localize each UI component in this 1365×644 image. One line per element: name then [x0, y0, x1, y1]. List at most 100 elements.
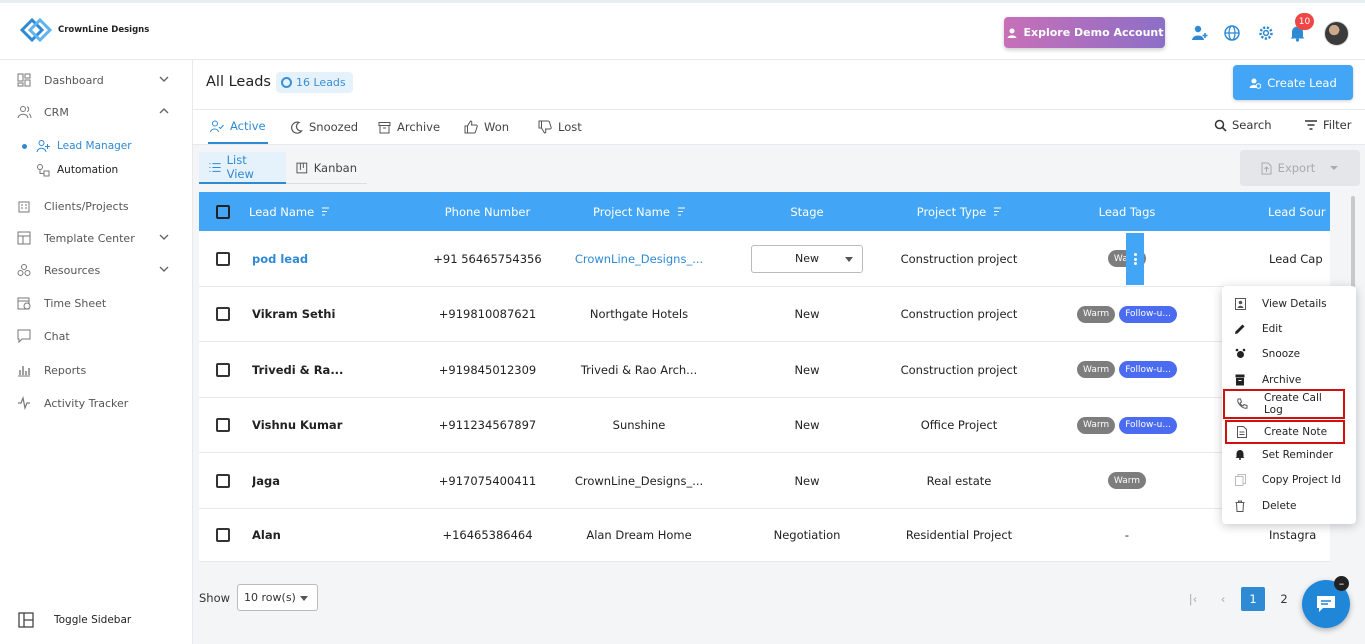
template-icon	[16, 230, 32, 246]
sort-icon	[677, 207, 685, 216]
filter-button[interactable]: Filter	[1304, 118, 1351, 132]
list-icon	[209, 162, 221, 172]
sidebar-item-resources[interactable]: Resources	[16, 260, 176, 280]
view-label: List View	[226, 153, 254, 181]
first-page-button[interactable]: |‹	[1181, 587, 1205, 611]
stage-select[interactable]: New	[751, 244, 863, 273]
globe-icon[interactable]	[1222, 23, 1242, 43]
chat-bubble-icon	[1317, 596, 1335, 612]
status-tabs: Active Snoozed Archive Won Lost Search F…	[193, 110, 1365, 145]
menu-create-note[interactable]: Create Note	[1225, 420, 1345, 444]
toggle-sidebar-button[interactable]: Toggle Sidebar	[18, 612, 131, 628]
lead-name[interactable]: Jaga	[252, 453, 372, 508]
stage-value: New	[795, 252, 819, 265]
tab-won[interactable]: Won	[464, 110, 509, 144]
lead-tag: Follow-u...	[1119, 361, 1177, 378]
select-all-checkbox[interactable]	[215, 192, 231, 231]
col-project-type[interactable]: Project Type	[879, 192, 1039, 231]
lead-name[interactable]: Vishnu Kumar	[252, 398, 372, 452]
sidebar-item-dashboard[interactable]: Dashboard	[16, 70, 176, 90]
table-row[interactable]: Vishnu Kumar +911234567897 Sunshine New Offi…	[199, 398, 1330, 453]
row-checkbox[interactable]	[216, 528, 230, 542]
logo[interactable]: CrownLine Designs	[18, 15, 149, 45]
page-2-button[interactable]: 2	[1272, 587, 1296, 611]
row-checkbox[interactable]	[216, 362, 230, 377]
sidebar-item-chat[interactable]: Chat	[16, 326, 176, 346]
bar-chart-icon	[16, 362, 32, 378]
sidebar-item-crm[interactable]: CRM	[16, 102, 176, 122]
lead-name[interactable]: Alan	[252, 509, 372, 561]
tab-list-view[interactable]: List View	[199, 152, 286, 184]
explore-demo-button[interactable]: Explore Demo Account	[1004, 17, 1165, 48]
menu-copy-project-id[interactable]: Copy Project Id	[1222, 467, 1356, 492]
avatar[interactable]	[1324, 21, 1349, 46]
active-dot	[22, 143, 27, 149]
export-button[interactable]: Export	[1240, 150, 1360, 186]
tab-snoozed[interactable]: Snoozed	[290, 110, 358, 144]
search-button[interactable]: Search	[1214, 118, 1272, 132]
menu-label: Create Note	[1264, 426, 1328, 438]
stage-cell: New	[751, 398, 863, 452]
create-lead-button[interactable]: Create Lead	[1233, 65, 1353, 100]
sidebar-item-clients-projects[interactable]: Clients/Projects	[16, 196, 176, 216]
table-row[interactable]: Vikram Sethi +919810087621 Northgate Hotel…	[199, 287, 1330, 342]
menu-view-details[interactable]: View Details	[1222, 291, 1356, 316]
sidebar-item-activity-tracker[interactable]: Activity Tracker	[16, 393, 176, 413]
col-project-name[interactable]: Project Name	[564, 192, 714, 231]
users-icon	[16, 104, 32, 120]
lead-name[interactable]: Vikram Sethi	[252, 287, 372, 341]
stage-cell: New	[751, 342, 863, 397]
menu-create-call-log[interactable]: Create Call Log	[1223, 389, 1345, 419]
checkbox[interactable]	[216, 204, 230, 219]
sidebar-item-lead-manager[interactable]: Lead Manager	[22, 139, 132, 153]
pencil-icon	[1234, 323, 1246, 335]
sidebar-item-automation[interactable]: Automation	[36, 163, 118, 177]
row-checkbox[interactable]	[216, 307, 230, 321]
lead-name[interactable]: Trivedi & Ra...	[252, 342, 372, 397]
col-lead-name[interactable]: Lead Name	[249, 192, 330, 231]
sidebar-item-time-sheet[interactable]: Time Sheet	[16, 293, 176, 313]
tab-lost[interactable]: Lost	[538, 110, 582, 144]
menu-set-reminder[interactable]: Set Reminder	[1222, 442, 1356, 467]
menu-delete[interactable]: Delete	[1222, 493, 1356, 518]
stage-value: New	[794, 307, 820, 321]
lead-name[interactable]: pod lead	[252, 231, 372, 286]
sidebar-item-label: Reports	[44, 363, 87, 377]
chevron-down-icon	[158, 73, 170, 88]
lead-manager-icon	[36, 139, 50, 153]
gear-icon[interactable]	[1256, 23, 1276, 43]
row-checkbox[interactable]	[216, 251, 230, 266]
project-name[interactable]: CrownLine_Designs_...	[564, 231, 714, 286]
tab-label: Active	[230, 119, 266, 133]
stage-value: New	[794, 418, 820, 432]
prev-page-button[interactable]: ‹	[1211, 587, 1235, 611]
table-row[interactable]: Jaga +917075400411 CrownLine_Designs_... Ne…	[199, 453, 1330, 509]
row-checkbox[interactable]	[216, 473, 230, 488]
caret-down-icon	[300, 596, 309, 601]
tab-archive[interactable]: Archive	[378, 110, 440, 144]
sidebar-item-template-center[interactable]: Template Center	[16, 228, 176, 248]
table-row[interactable]: Alan +16465386464 Alan Dream Home Negotiati…	[199, 509, 1330, 562]
filter-icon	[1305, 120, 1317, 130]
tab-active[interactable]: Active	[208, 110, 268, 144]
column-label: Project Name	[593, 204, 670, 219]
tab-kanban[interactable]: Kanban	[286, 152, 367, 184]
stage-cell: Negotiation	[751, 509, 863, 561]
menu-edit[interactable]: Edit	[1222, 316, 1356, 341]
row-actions-button[interactable]	[1126, 233, 1144, 285]
rows-per-page-select[interactable]: 10 row(s)	[237, 584, 319, 611]
tab-label: Lost	[558, 120, 582, 134]
menu-snooze[interactable]: Snooze	[1222, 341, 1356, 366]
add-user-icon[interactable]	[1190, 23, 1210, 43]
table-scrollbar[interactable]	[1351, 196, 1355, 294]
leads-table: Lead Name Phone Number Project Name Stag…	[199, 192, 1330, 562]
chat-minimize-button[interactable]: –	[1334, 576, 1349, 591]
search-label: Search	[1232, 118, 1272, 132]
row-checkbox[interactable]	[216, 418, 230, 432]
column-label: Lead Sour	[1268, 204, 1326, 219]
page-1-button[interactable]: 1	[1241, 587, 1265, 611]
sidebar-subitem-label: Automation	[57, 164, 119, 176]
table-row[interactable]: Trivedi & Ra... +919845012309 Trivedi & Ra…	[199, 342, 1330, 398]
sidebar-item-reports[interactable]: Reports	[16, 360, 176, 380]
table-row[interactable]: pod lead +91 56465754356 CrownLine_Designs…	[199, 231, 1330, 287]
